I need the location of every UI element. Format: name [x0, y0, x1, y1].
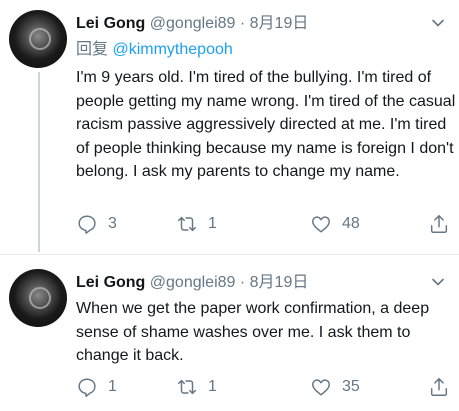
retweet-button[interactable]: 1	[176, 375, 217, 399]
tweet-date[interactable]: 8月19日	[250, 15, 309, 32]
separator-dot: ·	[239, 15, 246, 32]
chevron-down-icon[interactable]	[431, 275, 445, 289]
share-button[interactable]	[428, 212, 450, 236]
like-count: 35	[342, 378, 360, 395]
reply-button[interactable]: 3	[76, 212, 117, 236]
like-button[interactable]: 35	[310, 375, 360, 399]
reply-mention-link[interactable]: @kimmythepooh	[112, 41, 232, 58]
reply-count: 3	[108, 215, 117, 232]
like-button[interactable]: 48	[310, 212, 360, 236]
share-icon	[430, 378, 448, 396]
user-handle[interactable]: @gonglei89	[150, 274, 236, 291]
display-name[interactable]: Lei Gong	[76, 15, 145, 32]
tweet-text: When we get the paper work confirmation,…	[76, 300, 430, 364]
tweet-header: Lei Gong @gonglei89 · 8月19日	[76, 273, 308, 293]
reply-button[interactable]: 1	[76, 375, 117, 399]
reply-context: 回复 @kimmythepooh	[76, 40, 233, 60]
like-count: 48	[342, 215, 360, 232]
tweet-date[interactable]: 8月19日	[250, 274, 309, 291]
retweet-icon	[178, 216, 196, 232]
retweet-count: 1	[208, 378, 217, 395]
reply-count: 1	[108, 378, 117, 395]
user-handle[interactable]: @gonglei89	[150, 15, 236, 32]
retweet-icon	[178, 379, 196, 395]
tweet[interactable]: Lei Gong @gonglei89 · 8月19日 回复 @kimmythe…	[0, 0, 459, 254]
reply-icon	[78, 215, 96, 234]
avatar[interactable]	[9, 10, 67, 68]
share-button[interactable]	[428, 375, 450, 399]
like-icon	[312, 379, 330, 396]
retweet-count: 1	[208, 215, 217, 232]
tweet-text: I'm 9 years old. I'm tired of the bullyi…	[76, 69, 456, 180]
tweet-actions: 1 1 35	[76, 375, 452, 399]
retweet-button[interactable]: 1	[176, 212, 217, 236]
share-icon	[430, 215, 448, 233]
avatar[interactable]	[9, 269, 67, 327]
reply-icon	[78, 378, 96, 397]
reply-prefix: 回复	[76, 41, 109, 58]
tweet-actions: 3 1 48	[76, 212, 452, 236]
display-name[interactable]: Lei Gong	[76, 274, 145, 291]
separator-dot: ·	[239, 274, 246, 291]
tweet-header: Lei Gong @gonglei89 · 8月19日	[76, 14, 308, 34]
chevron-down-icon[interactable]	[431, 16, 445, 30]
like-icon	[312, 216, 330, 233]
tweet[interactable]: Lei Gong @gonglei89 · 8月19日 When we get …	[0, 254, 459, 411]
